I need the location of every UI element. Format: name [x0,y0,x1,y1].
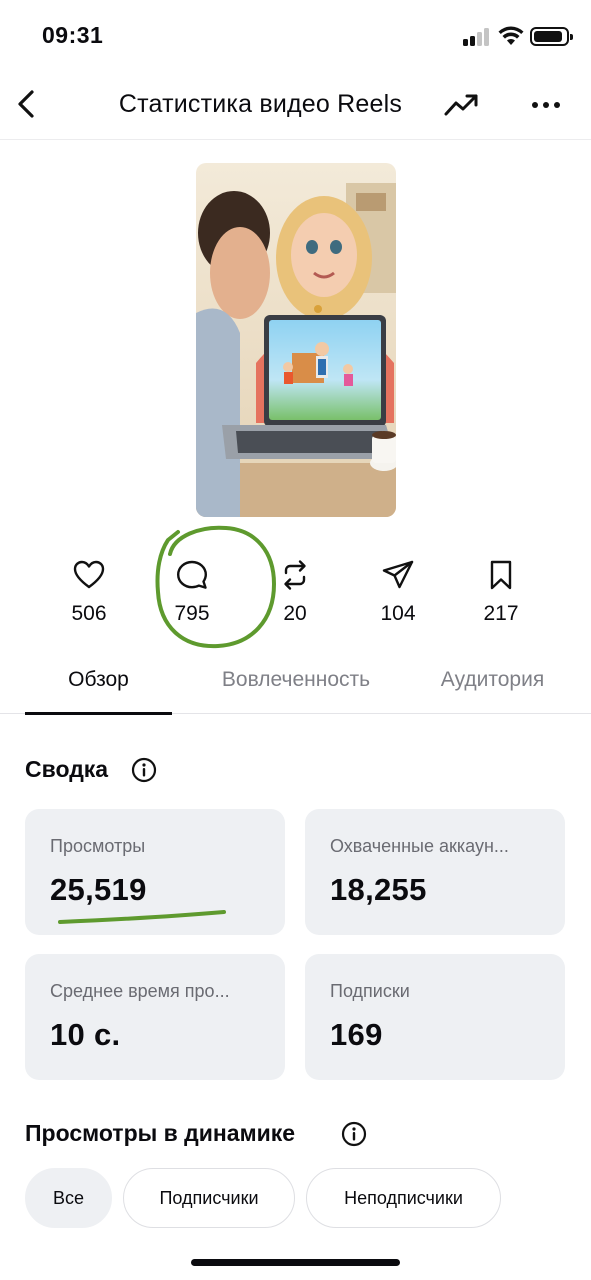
filter-all-chip[interactable]: Все [25,1168,112,1228]
status-time: 09:31 [42,22,104,48]
header: Статистика видео Reels [0,72,591,140]
views-card[interactable]: Просмотры 25,519 [25,809,285,935]
follows-label: Подписки [330,981,410,1001]
views-label: Просмотры [50,836,146,856]
reposts-count: 20 [283,602,307,625]
reposts-metric[interactable]: 20 [245,552,345,642]
filter-non-followers-chip[interactable]: Неподписчики [306,1168,501,1228]
likes-count: 506 [71,602,107,625]
share-icon [382,560,414,589]
accounts-reached-value: 18,255 [330,872,427,907]
tab-engagement[interactable]: Вовлеченность [200,650,392,714]
battery-icon [530,27,573,46]
engagement-metrics: 506 795 20 104 217 [0,552,591,642]
info-icon[interactable] [131,757,157,783]
shares-count: 104 [380,602,416,625]
comments-metric[interactable]: 795 [142,552,242,642]
follows-card[interactable]: Подписки 169 [305,954,565,1080]
more-options-button[interactable] [528,89,564,121]
accounts-reached-label: Охваченные аккаун... [330,836,509,856]
repost-icon [284,560,306,590]
comments-count: 795 [174,602,210,625]
shares-metric[interactable]: 104 [348,552,448,642]
insights-trend-button[interactable] [442,89,482,121]
tab-overview[interactable]: Обзор [25,650,172,715]
cellular-signal-icon [463,28,491,46]
likes-metric[interactable]: 506 [39,552,139,642]
comment-icon [177,560,207,589]
summary-title: Сводка [25,756,109,782]
saves-metric[interactable]: 217 [451,552,551,642]
tab-bar: Обзор Вовлеченность Аудитория [0,650,591,715]
trending-up-icon [444,94,478,116]
avg-watch-time-value: 10 с. [50,1017,121,1052]
accounts-reached-card[interactable]: Охваченные аккаун... 18,255 [305,809,565,935]
status-bar: 09:31 [0,0,591,72]
heart-icon [73,560,105,589]
views-value: 25,519 [50,872,147,907]
avg-watch-time-card[interactable]: Среднее время про... 10 с. [25,954,285,1080]
follows-value: 169 [330,1017,383,1052]
saves-count: 217 [483,602,519,625]
avg-watch-time-label: Среднее время про... [50,981,230,1001]
more-horizontal-icon [532,102,560,108]
reel-thumbnail[interactable] [196,163,396,517]
filter-followers-chip[interactable]: Подписчики [123,1168,295,1228]
bookmark-icon [490,560,512,590]
wifi-icon [498,26,524,45]
info-icon[interactable] [341,1121,367,1147]
tab-audience[interactable]: Аудитория [420,650,565,714]
home-indicator[interactable] [191,1259,400,1266]
views-dynamics-title: Просмотры в динамике [25,1120,296,1146]
